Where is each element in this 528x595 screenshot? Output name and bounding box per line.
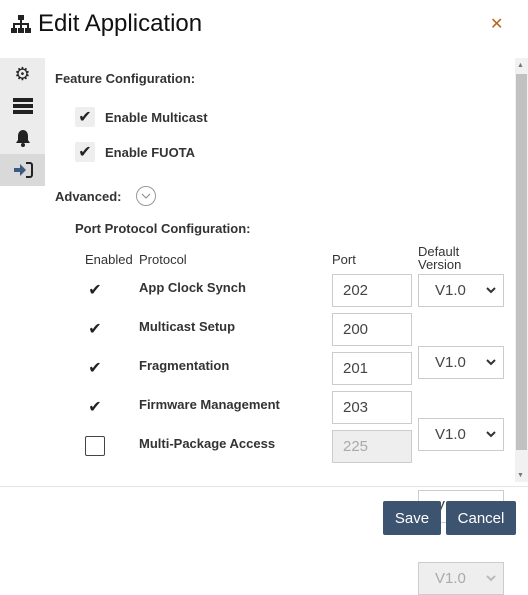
enabled-checkbox[interactable] xyxy=(85,436,105,456)
col-port: Port xyxy=(332,252,356,267)
port-input[interactable]: 200 xyxy=(332,313,412,346)
check-icon[interactable]: ✔ xyxy=(75,142,95,162)
port-input[interactable]: 202 xyxy=(332,274,412,307)
port-input[interactable]: 203 xyxy=(332,391,412,424)
col-protocol: Protocol xyxy=(139,252,187,267)
sign-in-icon xyxy=(13,162,33,178)
scrollbar-thumb[interactable] xyxy=(516,74,527,450)
col-enabled: Enabled xyxy=(85,252,133,267)
col-version: Default Version xyxy=(418,244,462,272)
version-select[interactable]: V1.0 xyxy=(418,346,504,379)
port-input[interactable]: 225 xyxy=(332,430,412,463)
sidebar-item-notifications[interactable] xyxy=(0,122,45,154)
protocol-name: Multicast Setup xyxy=(139,319,236,334)
scroll-up-icon[interactable]: ▲ xyxy=(517,62,524,69)
protocol-name: Multi-Package Access xyxy=(139,436,276,451)
version-select[interactable]: V1.0 xyxy=(418,274,504,307)
advanced-label: Advanced: xyxy=(55,189,122,204)
enable-multicast-option[interactable]: ✔ Enable Multicast xyxy=(75,107,208,127)
enabled-checkbox[interactable]: ✔ xyxy=(85,319,105,339)
gear-icon: ⚙ xyxy=(14,63,31,84)
version-select[interactable]: V1.0 xyxy=(418,418,504,451)
protocol-name: Fragmentation xyxy=(139,358,230,373)
sidebar-item-servers[interactable] xyxy=(0,90,45,122)
sidebar-item-ports[interactable] xyxy=(0,154,45,186)
sidebar: ⚙ xyxy=(0,58,45,186)
chevron-down-icon xyxy=(486,575,496,582)
port-input[interactable]: 201 xyxy=(332,352,412,385)
cancel-button[interactable]: Cancel xyxy=(446,501,516,535)
chevron-down-icon xyxy=(141,193,151,199)
save-button[interactable]: Save xyxy=(383,501,441,535)
check-icon[interactable]: ✔ xyxy=(75,107,95,127)
ports-heading: Port Protocol Configuration: xyxy=(75,221,251,236)
feature-heading: Feature Configuration: xyxy=(55,71,196,86)
sidebar-item-settings[interactable]: ⚙ xyxy=(0,58,45,90)
scroll-down-icon[interactable]: ▼ xyxy=(517,472,524,479)
version-value: V1.0 xyxy=(435,354,466,371)
bell-icon xyxy=(15,130,30,147)
enabled-checkbox[interactable]: ✔ xyxy=(85,397,105,417)
version-value: V1.0 xyxy=(435,570,466,587)
enable-fuota-option[interactable]: ✔ Enable FUOTA xyxy=(75,142,195,162)
advanced-toggle[interactable] xyxy=(136,186,156,206)
sitemap-icon xyxy=(11,15,31,33)
version-select[interactable]: V1.0 xyxy=(418,562,504,595)
dialog-title: Edit Application xyxy=(10,10,202,38)
server-icon xyxy=(12,98,33,114)
chevron-down-icon xyxy=(486,359,496,366)
enabled-checkbox[interactable]: ✔ xyxy=(85,358,105,378)
enabled-checkbox[interactable]: ✔ xyxy=(85,280,105,300)
chevron-down-icon xyxy=(486,287,496,294)
close-icon[interactable]: ✕ xyxy=(490,14,503,34)
version-value: V1.0 xyxy=(435,282,466,299)
protocol-name: Firmware Management xyxy=(139,397,280,412)
version-value: V1.0 xyxy=(435,426,466,443)
chevron-down-icon xyxy=(486,431,496,438)
protocol-name: App Clock Synch xyxy=(139,280,246,295)
dialog-title-text: Edit Application xyxy=(38,10,203,37)
footer-divider xyxy=(0,486,528,487)
